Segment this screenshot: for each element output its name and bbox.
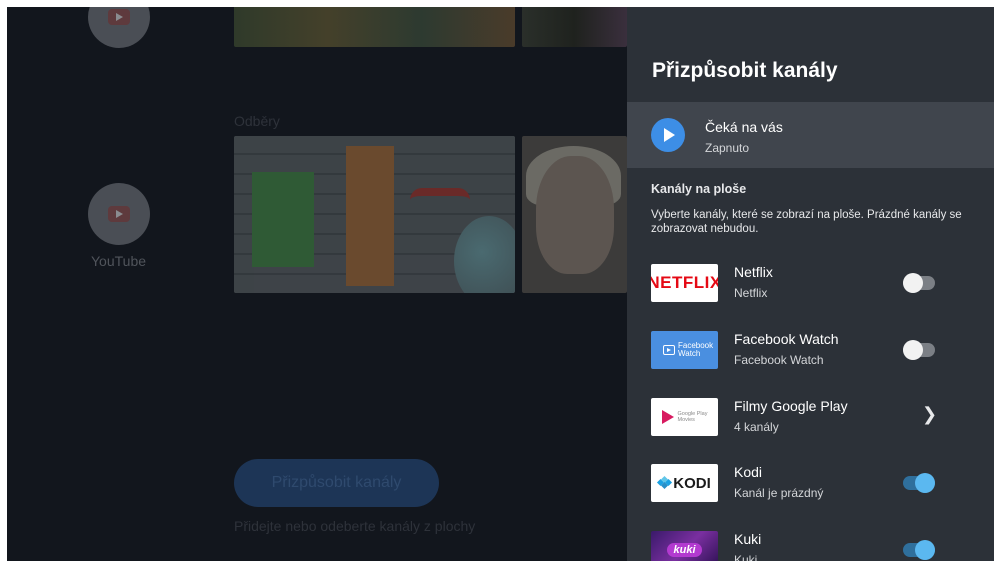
channel-row-netflix[interactable]: NETFLIX Netflix Netflix	[627, 264, 994, 322]
netflix-logo: NETFLIX	[651, 264, 718, 302]
tv-screen: Odběry YouTube Přizpůsobit kanály Přidej…	[7, 7, 994, 561]
customize-channels-home-button: Přizpůsobit kanály	[234, 459, 439, 507]
toggle-switch-kodi[interactable]	[903, 473, 935, 493]
facebook-watch-logo-text: Facebook Watch	[678, 341, 714, 358]
channel-name: Netflix	[734, 264, 773, 280]
panel-title: Přizpůsobit kanály	[652, 59, 838, 82]
channel-name: Filmy Google Play	[734, 398, 848, 414]
play-store-icon	[661, 410, 674, 424]
channel-name: Facebook Watch	[734, 331, 839, 347]
video-thumbnail-minecraft	[234, 136, 515, 293]
google-play-movies-logo-text: Google Play Movies	[677, 411, 708, 423]
tv-play-icon	[663, 345, 675, 355]
customize-channels-hint: Přidejte nebo odeberte kanály z plochy	[234, 518, 476, 534]
home-section-title: Odběry	[234, 113, 280, 129]
kodi-logo: KODI	[651, 464, 718, 502]
chevron-right-icon: ❯	[922, 404, 938, 424]
channel-subtitle: Facebook Watch	[734, 353, 824, 367]
youtube-icon	[108, 206, 130, 222]
youtube-app-icon	[88, 183, 150, 245]
channel-subtitle: 4 kanály	[734, 420, 779, 434]
toggle-switch-kuki[interactable]	[903, 540, 935, 560]
kodi-diamond-icon	[657, 475, 673, 490]
channel-row-google-play-movies[interactable]: Google Play Movies Filmy Google Play 4 k…	[627, 398, 994, 456]
channel-subtitle: Netflix	[734, 286, 768, 300]
channel-name: Kuki	[734, 531, 762, 547]
section-description: Vyberte kanály, které se zobrazí na ploš…	[651, 209, 962, 235]
channel-name: Kodi	[734, 464, 763, 480]
kuki-logo: kuki	[651, 531, 718, 561]
channel-subtitle: Kuki	[734, 553, 758, 561]
kodi-logo-text: KODI	[673, 474, 711, 492]
video-thumbnail-person	[522, 136, 627, 293]
google-play-movies-logo: Google Play Movies	[651, 398, 718, 436]
waiting-title: Čeká na vás	[705, 119, 783, 135]
channel-row-facebook-watch[interactable]: Facebook Watch Facebook Watch Facebook W…	[627, 331, 994, 389]
home-screen-background: Odběry YouTube Přizpůsobit kanály Přidej…	[7, 7, 627, 561]
waiting-for-you-row[interactable]: Čeká na vás Zapnuto	[627, 102, 994, 168]
waiting-status: Zapnuto	[705, 141, 750, 155]
customize-channels-panel: Přizpůsobit kanály Čeká na vás Zapnuto K…	[627, 7, 994, 561]
play-icon	[651, 118, 685, 152]
channel-row-kodi[interactable]: KODI Kodi Kanál je prázdný	[627, 464, 994, 522]
toggle-switch-netflix[interactable]	[903, 273, 935, 293]
video-thumbnail-top-2	[522, 7, 627, 47]
kuki-logo-text: kuki	[667, 543, 702, 557]
section-label: Kanály na ploše	[651, 182, 747, 196]
toggle-switch-facebook-watch[interactable]	[903, 340, 935, 360]
youtube-app-icon-top	[88, 7, 150, 48]
youtube-icon	[108, 9, 130, 25]
facebook-watch-logo: Facebook Watch	[651, 331, 718, 369]
channel-row-kuki[interactable]: kuki Kuki Kuki	[627, 531, 994, 561]
video-thumbnail-top-1	[234, 7, 515, 47]
youtube-app-label: YouTube	[91, 253, 147, 269]
channel-subtitle: Kanál je prázdný	[734, 486, 824, 500]
